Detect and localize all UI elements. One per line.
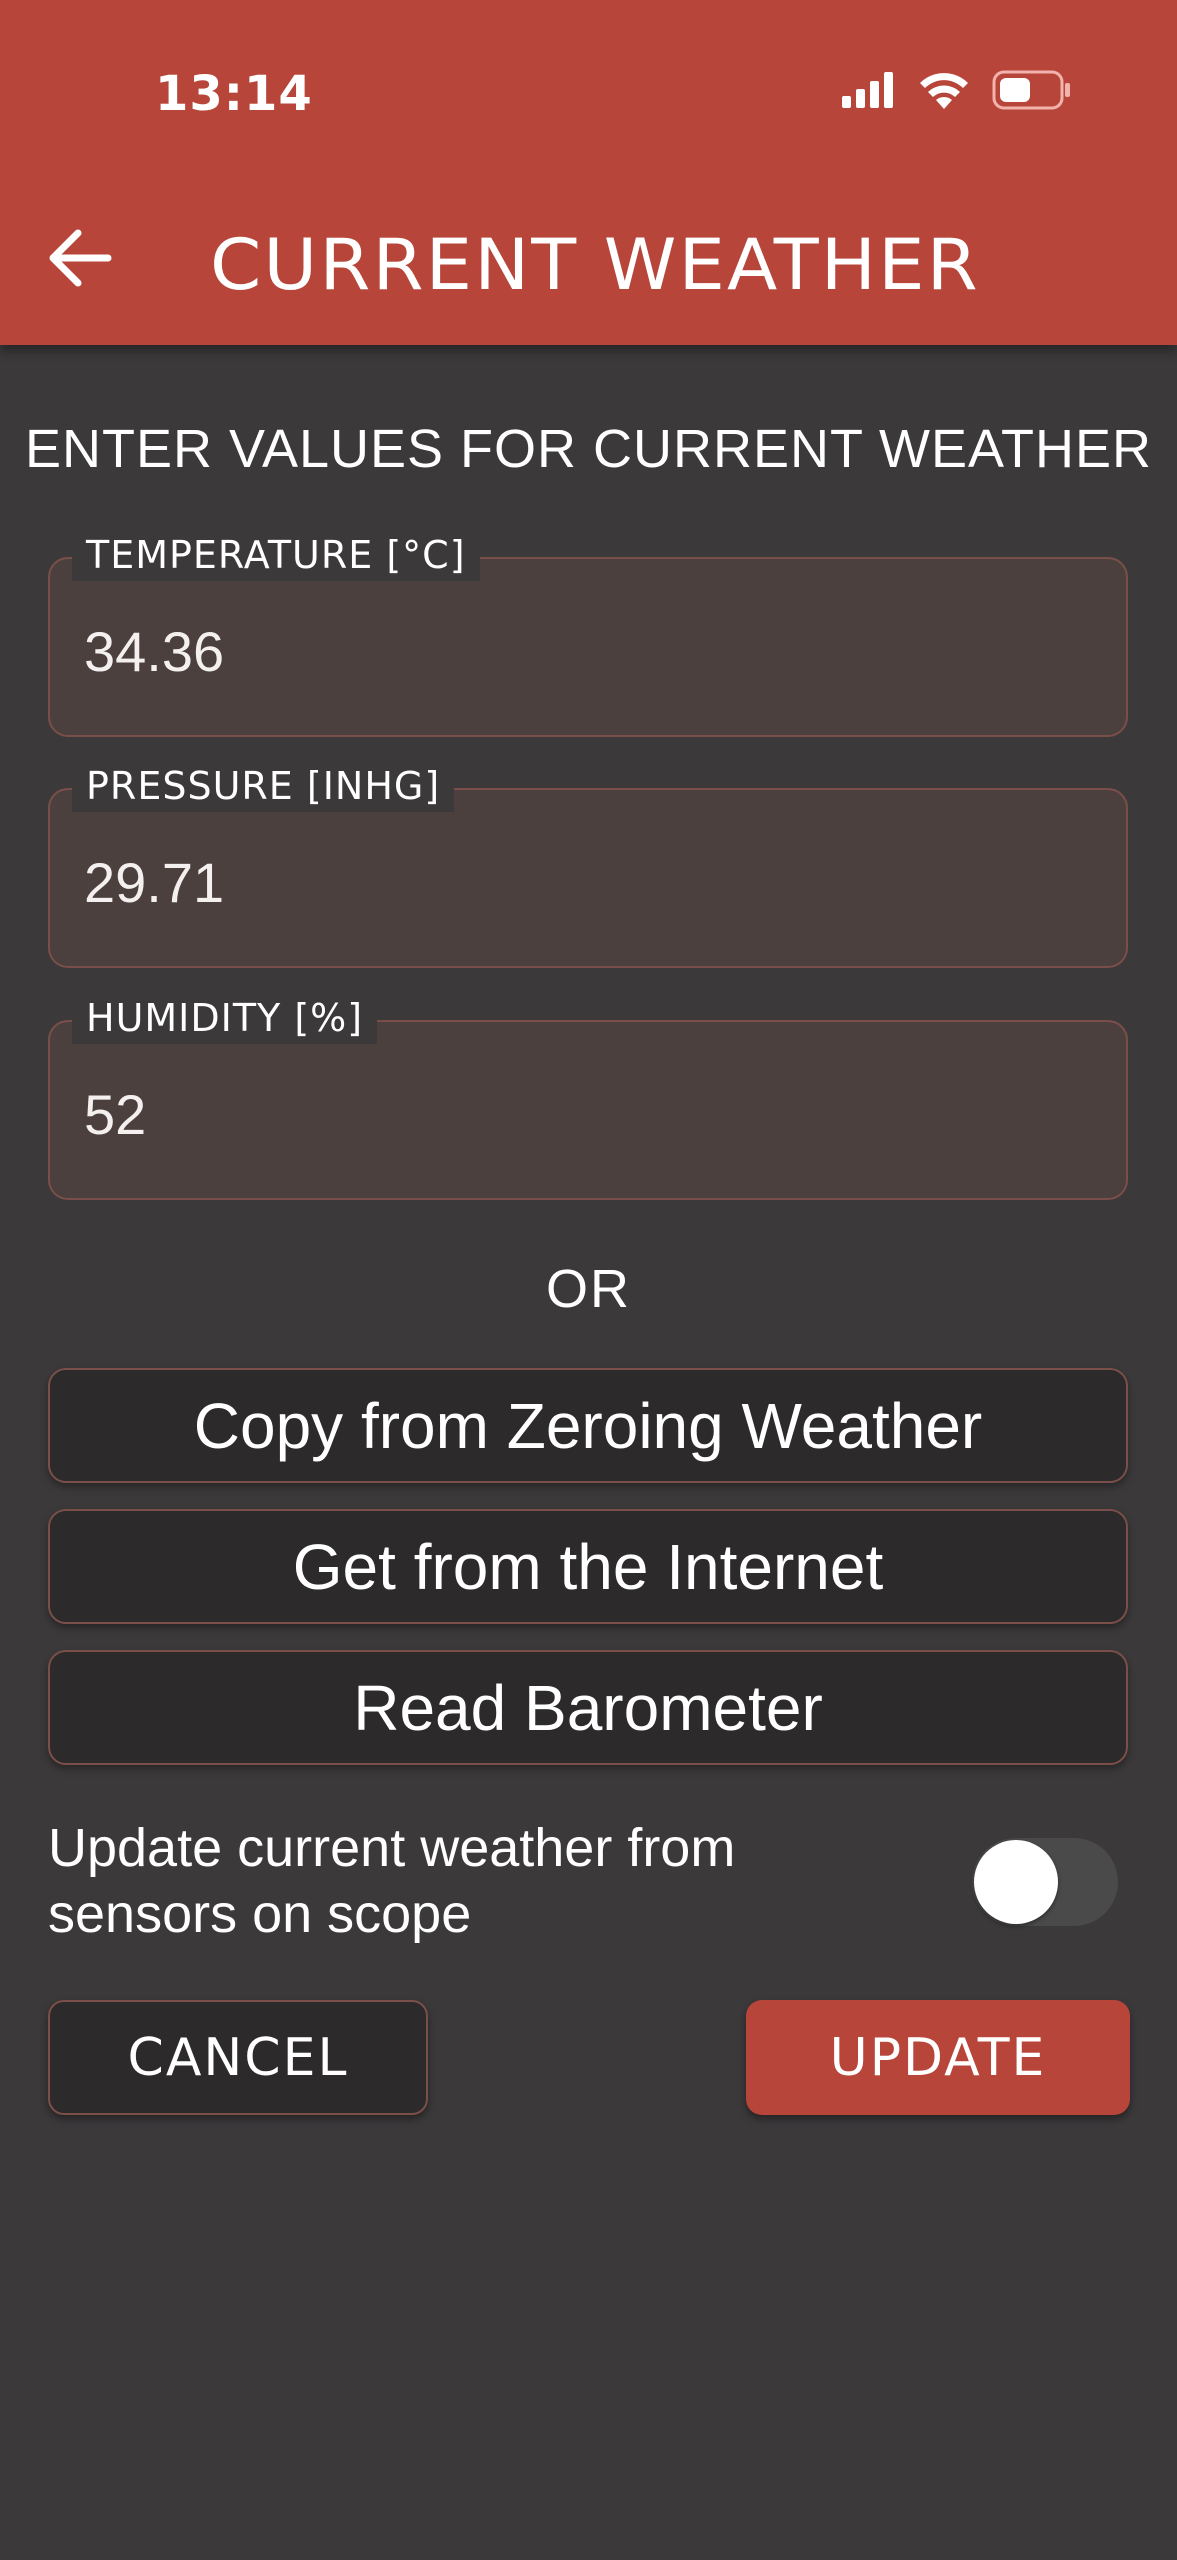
temperature-input[interactable]: 34.36 [84, 619, 1064, 684]
cancel-button[interactable]: CANCEL [48, 2000, 428, 2115]
copy-from-zeroing-weather-button[interactable]: Copy from Zeroing Weather [48, 1368, 1128, 1483]
arrow-left-icon [48, 229, 112, 292]
temperature-label: TEMPERATURE [°C] [72, 529, 480, 581]
temperature-field[interactable]: TEMPERATURE [°C] 34.36 [48, 529, 1128, 737]
status-icons [842, 70, 1072, 115]
or-divider-text: OR [546, 1259, 631, 1319]
battery-icon [992, 70, 1072, 115]
wifi-icon [918, 71, 970, 114]
back-button[interactable] [40, 215, 120, 305]
humidity-input[interactable]: 52 [84, 1082, 1064, 1147]
status-time: 13:14 [155, 66, 313, 122]
sensor-update-label: Update current weather from sensors on s… [48, 1818, 736, 1944]
humidity-field[interactable]: HUMIDITY [%] 52 [48, 992, 1128, 1200]
pressure-field[interactable]: PRESSURE [INHG] 29.71 [48, 760, 1128, 968]
app-bar: 13:14 CURRENT WEATHER [0, 0, 1177, 345]
page-title: CURRENT WEATHER [210, 224, 980, 306]
pressure-label: PRESSURE [INHG] [72, 760, 455, 812]
pressure-input[interactable]: 29.71 [84, 850, 1064, 915]
read-barometer-button[interactable]: Read Barometer [48, 1650, 1128, 1765]
get-from-internet-button[interactable]: Get from the Internet [48, 1509, 1128, 1624]
sensor-update-toggle[interactable] [972, 1838, 1118, 1926]
humidity-label: HUMIDITY [%] [72, 992, 378, 1044]
cellular-signal-icon [842, 72, 896, 113]
toggle-knob [974, 1840, 1058, 1924]
section-heading: ENTER VALUES FOR CURRENT WEATHER [24, 419, 1153, 479]
update-button[interactable]: UPDATE [746, 2000, 1130, 2115]
current-weather-screen: 13:14 CURRENT WEATHER ENTER VALUES FOR C… [0, 0, 1177, 2560]
